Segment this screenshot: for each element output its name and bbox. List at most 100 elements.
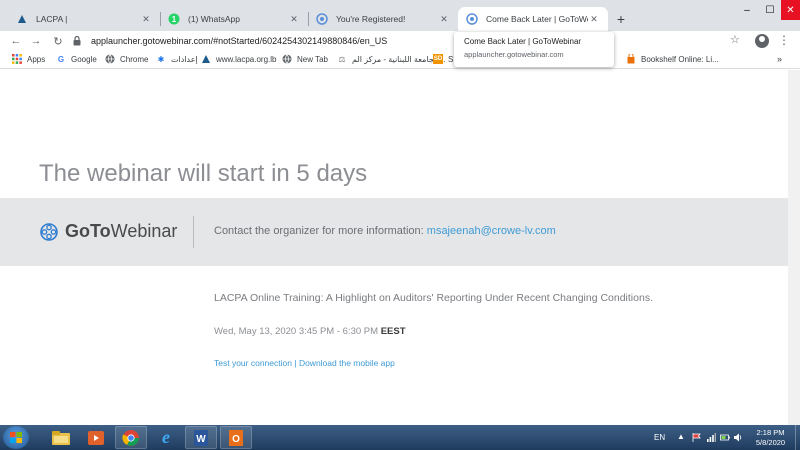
brand-webinar: Webinar [110,221,178,241]
event-time: Wed, May 13, 2020 3:45 PM - 6:30 PM [214,326,379,337]
new-tab-button[interactable]: + [612,10,630,28]
show-desktop-button[interactable] [795,425,800,450]
page-headline: The webinar will start in 5 days [39,160,368,187]
bookshelf-icon [626,54,636,64]
internet-explorer-icon: e [162,427,170,447]
bookmark-label: الجامعة اللبنانية - مركز الم... [352,54,446,64]
tab-title: You're Registered! [336,14,406,24]
chrome-icon [122,429,139,446]
screen: LACPA | ✕ 1 (1) WhatsApp ✕ You're Regist… [0,0,800,450]
maximize-button[interactable]: ☐ [759,0,781,20]
lacpa-logo-icon [201,54,211,64]
bookmark-google[interactable]: G Google [56,54,97,64]
bookmark-chrome[interactable]: Chrome [105,54,148,64]
profile-avatar-icon[interactable] [755,34,769,48]
network-icon[interactable] [706,433,716,442]
taskbar-internet-explorer[interactable]: e [150,426,182,449]
settings-gear-icon: ✱ [157,54,165,64]
test-connection-link[interactable]: Test your connection [214,358,292,368]
sd-icon: SD [433,54,443,64]
tab-whatsapp[interactable]: 1 (1) WhatsApp ✕ [160,7,308,31]
system-clock[interactable]: 2:18 PM 5/8/2020 [748,428,793,448]
apps-grid-icon [12,54,22,64]
taskbar-chrome[interactable] [115,426,147,449]
tab-registered[interactable]: You're Registered! ✕ [308,7,458,31]
input-language-indicator[interactable]: EN [654,433,665,442]
bookmark-lacpa[interactable]: www.lacpa.org.lb [201,54,276,64]
word-icon: W [194,429,208,446]
bookmarks-overflow-button[interactable]: » [777,54,782,64]
tab-come-back-later[interactable]: Come Back Later | GoToWebinar ✕ [458,7,608,31]
tab-lacpa[interactable]: LACPA | ✕ [8,7,160,31]
contact-organizer: Contact the organizer for more informati… [214,225,556,237]
bookmark-new-tab[interactable]: New Tab [282,54,328,64]
webpage: The webinar will start in 5 days GoTo Web… [0,70,788,425]
university-icon: ⚖ [338,54,346,64]
bookmark-apps[interactable]: Apps [12,54,45,64]
taskbar-file-explorer[interactable] [45,426,77,449]
google-icon: G [57,54,65,64]
lock-icon[interactable] [72,36,81,47]
whatsapp-icon: 1 [168,13,180,25]
bookmark-star-icon[interactable]: ☆ [730,33,740,46]
taskbar-media-player[interactable] [80,426,112,449]
event-timezone: EEST [380,326,406,337]
close-icon[interactable]: ✕ [288,13,300,25]
windows-logo-icon [10,432,22,443]
lacpa-logo-icon [16,13,28,25]
close-icon[interactable]: ✕ [438,13,450,25]
close-icon[interactable]: ✕ [588,13,600,25]
forward-button[interactable]: → [28,33,44,49]
show-hidden-icons-button[interactable]: ▲ [677,432,685,441]
tab-title: Come Back Later | GoToWebinar [486,14,588,24]
bookmark-label: إعدادات [171,54,198,64]
bookmark-label: Apps [27,54,46,64]
organizer-email-link[interactable]: msajeenah@crowe-lv.com [427,225,556,237]
gotowebinar-icon [316,13,328,25]
taskbar-word[interactable]: W [185,426,217,449]
outlook-icon: O [229,429,243,446]
minimize-button[interactable]: – [735,0,759,20]
bookmark-label: Google [71,54,97,64]
start-button[interactable] [3,426,29,449]
bookmark-settings[interactable]: ✱ إعدادات [156,54,198,64]
media-player-icon [88,430,104,445]
battery-icon[interactable] [720,433,730,442]
reload-button[interactable]: ↻ [50,33,66,49]
windows-taskbar: e W O EN ▲ 2:18 PM 5/8/2020 [0,425,800,450]
band-divider [193,216,194,248]
event-title: LACPA Online Training: A Highlight on Au… [214,292,653,304]
back-button[interactable]: ← [8,33,24,49]
close-window-button[interactable]: ✕ [781,0,800,20]
bookmark-label: www.lacpa.org.lb [216,54,277,64]
volume-icon[interactable] [733,433,743,442]
address-bar[interactable]: applauncher.gotowebinar.com/#notStarted/… [70,32,750,50]
url-text[interactable]: applauncher.gotowebinar.com/#notStarted/… [91,36,387,46]
tooltip-url: applauncher.gotowebinar.com [464,50,564,59]
globe-icon [282,54,292,64]
clock-date: 5/8/2020 [755,438,786,447]
download-mobile-app-link[interactable]: Download the mobile app [299,358,395,368]
bookmark-label: Bookshelf Online: Li... [641,54,719,64]
file-explorer-icon [52,430,70,445]
flag-icon[interactable] [692,433,702,442]
bookmark-label: New Tab [297,54,328,64]
bookmarks-bar: Apps G Google Chrome ✱ إعدادات www.lacpa… [0,51,800,69]
close-icon[interactable]: ✕ [140,13,152,25]
bookmark-sd[interactable]: SD S [433,54,453,64]
event-links: Test your connection | Download the mobi… [214,358,395,368]
chrome-menu-icon[interactable]: ⋮ [778,33,790,47]
page-scrollbar[interactable] [788,70,800,425]
clock-time: 2:18 PM [756,428,785,437]
bookmark-bookshelf[interactable]: Bookshelf Online: Li... [626,54,719,64]
tab-title: LACPA | [36,14,68,24]
svg-text:O: O [232,434,240,445]
bookmark-label: Chrome [120,54,149,64]
bookmark-lebanese-university[interactable]: ⚖ الجامعة اللبنانية - مركز الم... [337,54,445,64]
tooltip-title: Come Back Later | GoToWebinar [464,37,582,46]
taskbar-outlook[interactable]: O [220,426,252,449]
globe-icon [105,54,115,64]
gotowebinar-logo: GoTo Webinar [39,221,177,242]
tab-hover-card: Come Back Later | GoToWebinar applaunche… [454,32,614,67]
event-datetime: Wed, May 13, 2020 3:45 PM - 6:30 PM EEST [214,326,406,337]
